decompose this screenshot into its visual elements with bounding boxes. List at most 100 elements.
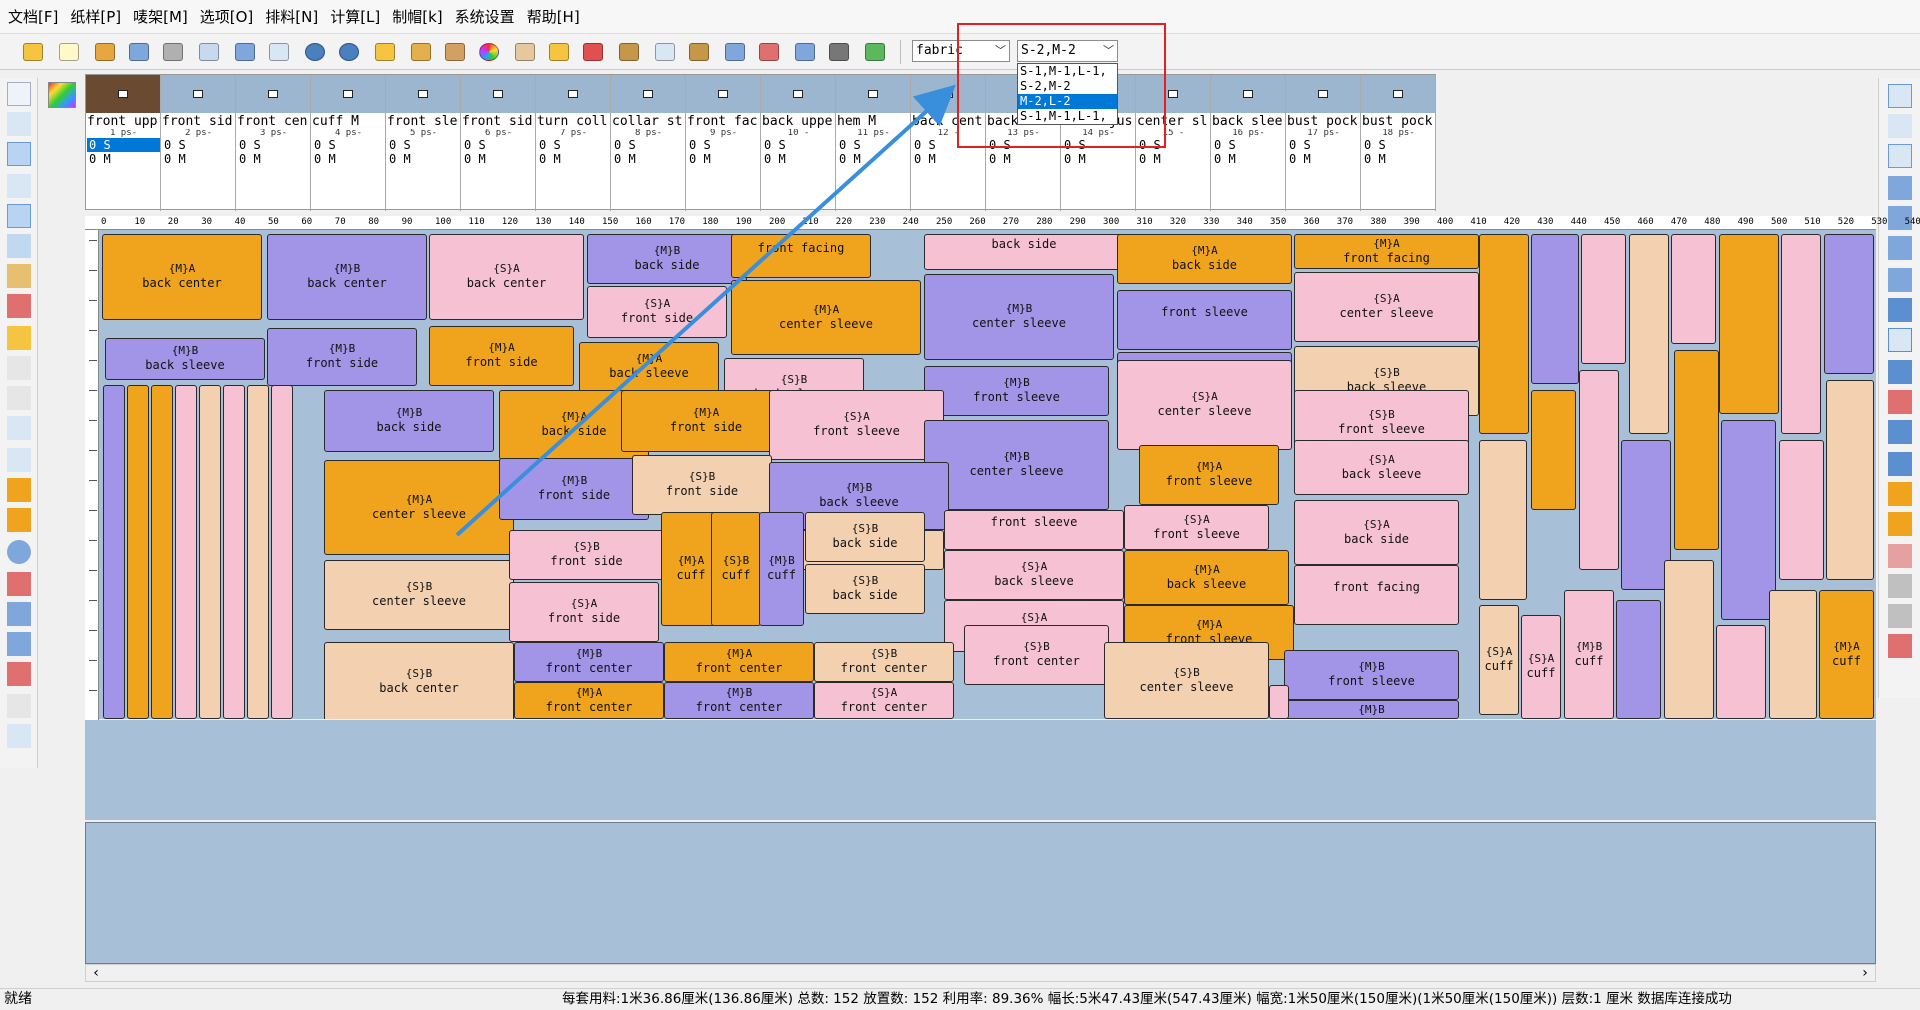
marker-piece[interactable]: {S}B back side (805, 512, 925, 562)
layout-view-icon[interactable] (616, 39, 642, 65)
marker-piece[interactable]: {M}B cuff (1564, 590, 1614, 719)
flip-icon[interactable] (792, 39, 818, 65)
piece-count-m[interactable]: 0 M (687, 152, 760, 166)
marker-piece[interactable]: {S}B front center (964, 625, 1109, 685)
marker-piece[interactable] (103, 385, 125, 719)
piece-thumbnail[interactable] (1361, 75, 1435, 113)
piece-thumbnail[interactable] (161, 75, 235, 113)
color-wheel-icon[interactable] (476, 39, 502, 65)
save-icon[interactable] (1888, 298, 1912, 322)
zoom-fit-icon[interactable] (7, 142, 31, 166)
select-arrow-icon[interactable] (7, 82, 31, 106)
marker-piece[interactable] (1671, 234, 1716, 344)
delete-icon[interactable] (826, 39, 852, 65)
marker-piece[interactable]: {M}B front side (499, 458, 649, 520)
marker-piece[interactable] (1716, 625, 1766, 719)
marker-piece[interactable] (1616, 600, 1661, 719)
piece-column[interactable]: collar st 8 ps- 0 S0 M (611, 75, 686, 211)
marker-piece[interactable] (1269, 685, 1289, 719)
marker-piece[interactable] (1721, 420, 1776, 620)
piece-column[interactable]: bust pock 18 ps- 0 S0 M (1361, 75, 1436, 211)
print-icon[interactable] (196, 39, 222, 65)
marker-piece[interactable] (1779, 440, 1824, 580)
piece-count-s[interactable]: 0 S (462, 138, 535, 152)
marker-piece[interactable]: {M}A back side (1117, 234, 1292, 284)
zoom-window-icon[interactable] (1888, 144, 1912, 168)
marker-piece[interactable]: {S}A center sleeve (1117, 360, 1292, 450)
magnify-icon[interactable] (7, 264, 31, 288)
marker-piece[interactable]: {S}A front sleeve (1124, 505, 1269, 550)
menu-hat[interactable]: 制帽[k] (386, 2, 448, 32)
marker-piece[interactable]: {M}B front center (664, 682, 814, 719)
ungroup-icon[interactable] (7, 632, 31, 656)
book-icon[interactable] (1888, 390, 1912, 414)
marker-piece[interactable]: {S}B back center (324, 642, 514, 719)
refresh-icon[interactable] (7, 540, 31, 564)
marker-piece[interactable]: {S}A front side (587, 286, 727, 338)
open-folder-icon[interactable] (20, 39, 46, 65)
ruler-icon[interactable] (408, 39, 434, 65)
rotate-tool-icon[interactable] (7, 356, 31, 380)
marker-piece[interactable]: {S}B front side (632, 455, 772, 515)
stack-icon[interactable] (1888, 268, 1912, 292)
piece-count-m[interactable]: 0 M (1212, 152, 1285, 166)
marker-piece[interactable]: {M}A center sleeve (324, 460, 514, 555)
pin-icon[interactable] (756, 39, 782, 65)
piece-thumbnail[interactable] (611, 75, 685, 113)
marker-piece[interactable]: {M}Bfront facing (1284, 700, 1459, 719)
marker-piece[interactable] (1479, 440, 1527, 600)
menu-layout[interactable]: 排料[N] (259, 2, 324, 32)
piece-count-m[interactable]: 0 M (912, 152, 985, 166)
piece-count-s[interactable]: 0 S (162, 138, 235, 152)
scroll-left-icon[interactable]: ‹ (88, 965, 104, 981)
piece-thumbnail[interactable] (1211, 75, 1285, 113)
marker-piece[interactable]: {S}A front sleeve (769, 390, 944, 460)
piece-column[interactable]: front fac 9 ps- 0 S0 M (686, 75, 761, 211)
piece-count-s[interactable]: 0 S (1212, 138, 1285, 152)
layers-icon[interactable] (862, 39, 888, 65)
piece-column[interactable]: front sid 2 ps- 0 S0 M (161, 75, 236, 211)
piece-thumbnail[interactable] (386, 75, 460, 113)
undo-icon[interactable] (302, 39, 328, 65)
marker-piece[interactable]: {S}B front center (814, 642, 954, 682)
window-icon[interactable] (1888, 328, 1912, 352)
piece-thumbnail[interactable] (536, 75, 610, 113)
piece-column[interactable]: turn coll 7 ps- 0 S0 M (536, 75, 611, 211)
grid-icon[interactable] (512, 39, 538, 65)
marker-piece[interactable]: {M}B center sleeve (924, 420, 1109, 510)
piece-count-m[interactable]: 0 M (312, 152, 385, 166)
calculator-icon[interactable] (686, 39, 712, 65)
group-icon[interactable] (7, 602, 31, 626)
dots-icon[interactable] (1888, 604, 1912, 628)
marker-piece[interactable] (1479, 234, 1529, 434)
import-icon[interactable] (92, 39, 118, 65)
marker-piece[interactable] (1579, 370, 1619, 570)
marker-piece[interactable] (1531, 234, 1579, 384)
menu-pattern[interactable]: 纸样[P] (64, 2, 127, 32)
zoom-region-icon[interactable] (7, 112, 31, 136)
marker-piece[interactable] (1531, 390, 1576, 510)
piece-count-m[interactable]: 0 M (1362, 152, 1435, 166)
marker-piece[interactable]: {M}B front sleeve (1284, 650, 1459, 700)
cut-line-icon[interactable] (1888, 544, 1912, 568)
move-piece-icon[interactable] (7, 204, 31, 228)
marker-piece[interactable]: front facing (731, 234, 871, 278)
menu-system-settings[interactable]: 系统设置 (449, 2, 521, 32)
piece-thumbnail[interactable] (1286, 75, 1360, 113)
marker-piece[interactable] (1674, 350, 1719, 550)
marker-layout-area[interactable]: {M}A back center {M}B back center {S}A back c… (99, 230, 1876, 719)
marker-piece[interactable]: {M}A front sleeve (1139, 445, 1279, 505)
copy-icon[interactable] (126, 39, 152, 65)
ruler-tool-icon[interactable] (7, 326, 31, 350)
marker-piece[interactable]: {M}B cuff (759, 512, 804, 626)
marker-piece[interactable]: {M}B back sleeve (105, 338, 265, 380)
marker-piece[interactable] (151, 385, 173, 719)
marker-piece[interactable] (1664, 560, 1714, 719)
zoom-in-icon[interactable] (1888, 114, 1912, 138)
piece-count-m[interactable]: 0 M (387, 152, 460, 166)
horizontal-scrollbar[interactable]: ‹ › (85, 964, 1876, 982)
marker-piece[interactable] (1781, 234, 1821, 434)
piece-count-m[interactable]: 0 M (237, 152, 310, 166)
piece-column[interactable]: hem M 11 ps- 0 S0 M (836, 75, 911, 211)
marker-piece[interactable]: {M}A center sleeve (731, 280, 921, 355)
